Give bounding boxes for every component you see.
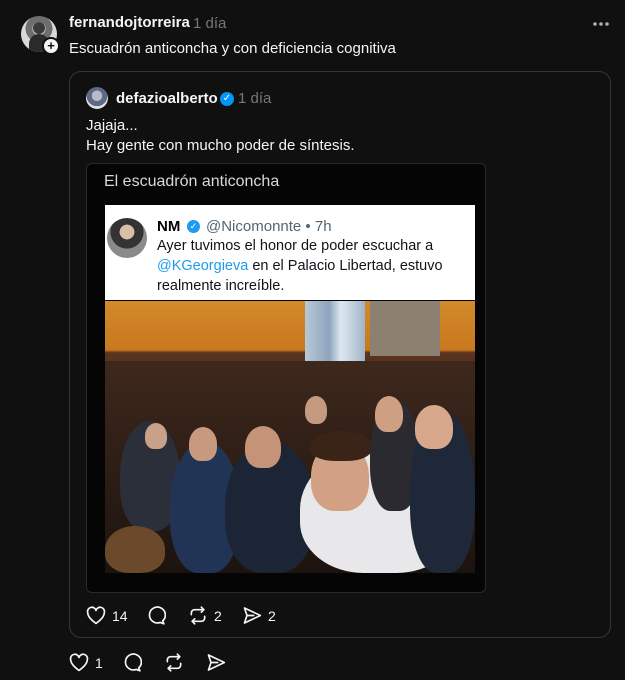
group-photo [105,301,475,573]
comment-icon [148,606,166,625]
tweet-line3: realmente increíble. [157,278,285,294]
post-image[interactable]: El escuadrón anticoncha NM ✓ @Nicomonnte… [86,163,486,593]
quoted-reply-button[interactable] [146,606,166,625]
tweet-line2: en el Palacio Libertad, estuvo [248,258,443,274]
post-time[interactable]: 1 día [193,15,226,32]
quoted-like-button[interactable]: 14 [86,606,128,625]
comment-icon [124,653,142,672]
send-icon [243,607,262,624]
image-caption: El escuadrón anticoncha [104,173,280,190]
send-icon [207,654,226,671]
follow-plus-icon[interactable]: + [42,37,60,55]
tweet-handle-time: @Nicomonnte • 7h [206,218,332,235]
repost-button[interactable] [164,653,184,672]
quoted-author-avatar[interactable] [86,87,108,109]
tweet-mention: @KGeorgieva [157,258,249,274]
tweet-line1: Ayer tuvimos el honor de poder escuchar … [157,238,434,254]
tweet-screenshot: NM ✓ @Nicomonnte • 7h Ayer tuvimos el ho… [105,205,475,300]
post-text: Escuadrón anticoncha y con deficiencia c… [69,40,396,57]
like-button[interactable]: 1 [69,653,103,672]
quoted-username[interactable]: defazioalberto [116,90,218,107]
quoted-time[interactable]: 1 día [238,90,271,107]
heart-icon [86,606,106,625]
quoted-share-button[interactable]: 2 [242,606,276,625]
quoted-text-line2: Hay gente con mucho poder de síntesis. [86,137,355,154]
tweet-name: NM [157,218,181,235]
reply-button[interactable] [122,653,142,672]
quoted-like-count: 14 [112,607,128,624]
share-button[interactable] [206,653,226,672]
more-options-icon[interactable] [591,16,611,32]
like-count: 1 [95,654,103,671]
repost-icon [166,653,182,672]
post-username[interactable]: fernandojtorreira [69,14,190,31]
tweet-verified-icon: ✓ [187,220,200,233]
verified-badge-icon: ✓ [220,92,234,106]
quoted-repost-button[interactable]: 2 [188,606,222,625]
tweet-avatar [107,218,147,258]
quoted-share-count: 2 [268,607,276,624]
quoted-repost-count: 2 [214,607,222,624]
quoted-text-line1: Jajaja... [86,117,138,134]
repost-icon [190,606,206,625]
heart-icon [69,653,89,672]
